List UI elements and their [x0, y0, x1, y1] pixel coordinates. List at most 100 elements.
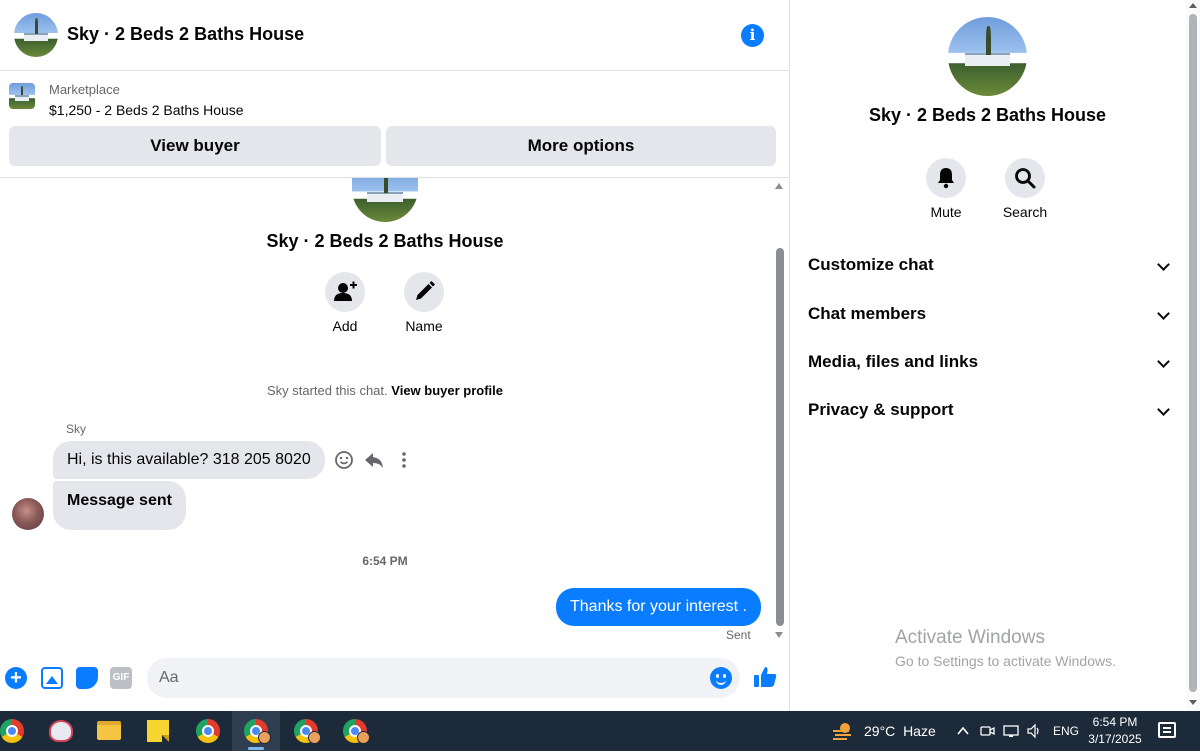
windows-taskbar: 29°C Haze ENG 6:54 PM 3/17/2025: [0, 711, 1200, 751]
chat-details-pane: Sky · 2 Beds 2 Baths House Mute Search C…: [790, 0, 1187, 711]
marketplace-label: Marketplace: [49, 82, 120, 97]
more-options-button[interactable]: More options: [386, 126, 776, 166]
mute-button[interactable]: Mute: [906, 158, 986, 220]
thread-title: Sky · 2 Beds 2 Baths House: [266, 231, 504, 251]
reply-icon[interactable]: [363, 449, 385, 471]
chevron-down-icon: [1157, 258, 1170, 271]
search-in-chat-button[interactable]: Search: [985, 158, 1065, 220]
taskbar-chrome-2[interactable]: [184, 711, 232, 751]
meet-icon[interactable]: [979, 723, 995, 739]
profile-badge-icon: [258, 731, 271, 744]
scroll-up-icon[interactable]: [1189, 3, 1197, 8]
mute-label: Mute: [930, 204, 962, 220]
scrollbar-thumb[interactable]: [776, 248, 784, 626]
activate-windows-watermark: Activate Windows Go to Settings to activ…: [895, 627, 1116, 669]
media-files-links-section[interactable]: Media, files and links: [808, 347, 1170, 377]
chat-title[interactable]: Sky · 2 Beds 2 Baths House: [67, 24, 304, 45]
watermark-title: Activate Windows: [895, 627, 1045, 648]
chrome-icon: [0, 719, 24, 743]
watermark-subtitle: Go to Settings to activate Windows.: [895, 653, 1116, 669]
emoji-icon[interactable]: [710, 667, 732, 689]
network-icon[interactable]: [1003, 723, 1019, 739]
scroll-down-icon[interactable]: [775, 632, 783, 638]
chat-members-section[interactable]: Chat members: [808, 299, 1170, 329]
thread-scrollbar[interactable]: [772, 180, 786, 642]
marketplace-listing-bar: Marketplace $1,250 - 2 Beds 2 Baths Hous…: [0, 71, 789, 178]
chat-pane: Sky · 2 Beds 2 Baths House i Marketplace…: [0, 0, 790, 711]
section-label: Media, files and links: [808, 352, 979, 371]
taskbar-chrome-profile-2[interactable]: [331, 711, 379, 751]
haze-weather-icon[interactable]: [832, 721, 854, 741]
notification-icon[interactable]: [1158, 722, 1176, 738]
plus-icon[interactable]: +: [5, 667, 27, 689]
listing-thumbnail[interactable]: [9, 83, 35, 109]
scroll-up-icon[interactable]: [775, 183, 783, 189]
add-people-button[interactable]: Add: [305, 272, 385, 334]
scroll-down-icon[interactable]: [1189, 700, 1197, 705]
details-title: Sky · 2 Beds 2 Baths House: [868, 105, 1107, 125]
name-chat-button[interactable]: Name: [384, 272, 464, 334]
taskbar-chrome[interactable]: [0, 711, 36, 751]
taskbar-file-explorer[interactable]: [85, 711, 133, 751]
message-actions: [333, 449, 417, 471]
add-label: Add: [332, 318, 358, 334]
sticker-icon[interactable]: [76, 667, 98, 689]
chrome-icon: [196, 719, 220, 743]
chat-started-notice: Sky started this chat. View buyer profil…: [0, 383, 770, 398]
bell-icon: [926, 158, 966, 198]
photo-icon[interactable]: [41, 667, 63, 689]
taskbar-chrome-profile-active[interactable]: [232, 711, 280, 751]
message-timestamp: 6:54 PM: [362, 554, 408, 568]
more-vertical-icon[interactable]: [393, 449, 415, 471]
search-label: Search: [1002, 204, 1048, 220]
messenger-window: Sky · 2 Beds 2 Baths House i Marketplace…: [0, 0, 1200, 711]
taskbar-petal-app[interactable]: [37, 711, 85, 751]
profile-badge-icon: [357, 731, 370, 744]
section-label: Customize chat: [808, 255, 934, 274]
pencil-icon: [404, 272, 444, 312]
react-emoji-icon[interactable]: [333, 449, 355, 471]
search-icon: [1005, 158, 1045, 198]
profile-badge-icon: [308, 731, 321, 744]
chevron-down-icon: [1157, 403, 1170, 416]
chat-header: Sky · 2 Beds 2 Baths House i: [0, 0, 789, 71]
clock-time: 6:54 PM: [1092, 715, 1138, 729]
file-explorer-icon: [97, 721, 121, 740]
chevron-down-icon: [1157, 355, 1170, 368]
input-language[interactable]: ENG: [1053, 711, 1079, 751]
clock-date: 3/17/2025: [1088, 732, 1142, 746]
taskbar-chrome-profile[interactable]: [282, 711, 330, 751]
chevron-down-icon: [1157, 307, 1170, 320]
view-buyer-profile-link[interactable]: View buyer profile: [391, 383, 503, 398]
thread-avatar: [352, 178, 418, 222]
petal-icon: [49, 720, 73, 742]
add-person-icon: [325, 272, 365, 312]
name-label: Name: [405, 318, 443, 334]
customize-chat-section[interactable]: Customize chat: [808, 250, 1170, 280]
chat-started-text: Sky started this chat.: [266, 383, 388, 398]
privacy-support-section[interactable]: Privacy & support: [808, 395, 1170, 425]
listing-avatar[interactable]: [14, 13, 58, 57]
view-buyer-button[interactable]: View buyer: [9, 126, 381, 166]
sticky-notes-icon: [147, 720, 169, 742]
system-clock[interactable]: 6:54 PM 3/17/2025: [1088, 714, 1142, 754]
message-thread: Sky · 2 Beds 2 Baths House Add Name Sky …: [0, 178, 789, 650]
gif-icon[interactable]: GIF: [110, 667, 132, 689]
taskbar-sticky-notes[interactable]: [134, 711, 182, 751]
weather-widget[interactable]: 29°C Haze: [864, 711, 936, 751]
sender-avatar[interactable]: [12, 498, 44, 530]
message-status: Sent: [726, 628, 751, 642]
chevron-up-icon[interactable]: [955, 723, 971, 739]
message-input[interactable]: [147, 658, 740, 698]
scrollbar-thumb[interactable]: [1189, 14, 1197, 692]
window-scrollbar[interactable]: [1186, 0, 1200, 711]
thumbs-up-icon[interactable]: [752, 664, 778, 690]
volume-icon[interactable]: [1026, 723, 1042, 739]
listing-price-title[interactable]: $1,250 - 2 Beds 2 Baths House: [49, 102, 244, 118]
details-avatar: [948, 17, 1027, 96]
outgoing-message[interactable]: Thanks for your interest .: [556, 588, 761, 626]
info-icon[interactable]: i: [741, 24, 764, 47]
incoming-message[interactable]: Message sent: [53, 481, 186, 530]
weather-temperature: 29°C: [864, 723, 896, 739]
incoming-message[interactable]: Hi, is this available? 318 205 8020: [53, 441, 325, 479]
